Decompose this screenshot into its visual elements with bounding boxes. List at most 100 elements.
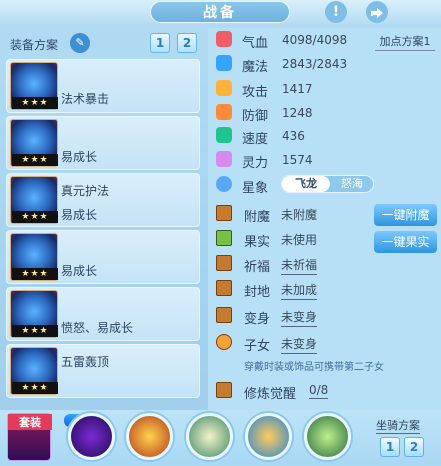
fief-icon bbox=[216, 280, 232, 296]
stat-name: 灵力 bbox=[242, 156, 269, 171]
stat-value: 2843/2843 bbox=[282, 57, 348, 71]
row-child: 子女 未变身 bbox=[214, 333, 374, 354]
row-name: 修炼觉醒 bbox=[244, 387, 297, 402]
card-text: 法术暴击 bbox=[61, 92, 110, 106]
stat-value: 1248 bbox=[282, 106, 313, 120]
window-title: 战备 bbox=[150, 1, 290, 23]
card-text: 五雷轰顶 bbox=[61, 355, 110, 369]
row-value[interactable]: 0/8 bbox=[309, 383, 329, 399]
soul-skill-orb[interactable] bbox=[68, 413, 115, 460]
bless-icon bbox=[216, 255, 232, 271]
root: 战备 ! 装备方案 ✎ 1 2 ★★★ 法术暴击 ★★★ 易成长 ★★★ 真元护… bbox=[0, 0, 441, 466]
mount-plan-2-button[interactable]: 2 bbox=[404, 437, 424, 457]
row-value[interactable]: 未使用 bbox=[281, 231, 317, 249]
star-option-nuhai[interactable]: 怒海 bbox=[331, 176, 373, 192]
spirit-icon bbox=[216, 151, 232, 167]
row-value[interactable]: 未附魔 bbox=[281, 206, 317, 224]
mana-icon bbox=[216, 55, 232, 71]
belt-icon: ★★★ bbox=[10, 290, 58, 338]
heart-icon bbox=[216, 31, 232, 47]
row-value[interactable]: 未加成 bbox=[281, 281, 318, 300]
plan-1-button[interactable]: 1 bbox=[150, 33, 170, 53]
edit-icon[interactable]: ✎ bbox=[70, 33, 90, 53]
skill-orb-4[interactable] bbox=[304, 413, 351, 460]
equipment-plan-label: 装备方案 bbox=[10, 38, 59, 52]
equipment-card[interactable]: ★★★ 五雷轰顶 bbox=[6, 344, 200, 398]
defense-icon bbox=[216, 104, 232, 120]
stat-mp: 魔法 2843/2843 bbox=[214, 54, 374, 75]
stars: ★★★ bbox=[12, 211, 58, 223]
equipment-card[interactable]: ★★★ 愤怒、易成长 bbox=[6, 287, 200, 341]
row-awaken: 修炼觉醒 0/8 bbox=[214, 381, 374, 402]
stat-speed: 速度 436 bbox=[214, 126, 374, 147]
info-icon[interactable]: ! bbox=[325, 1, 347, 23]
stat-value: 4098/4098 bbox=[282, 33, 348, 47]
star-toggle[interactable]: 飞龙 怒海 bbox=[281, 175, 374, 193]
card-text: 易成长 bbox=[61, 150, 98, 164]
card-text-bottom: 易成长 bbox=[61, 208, 98, 222]
equipment-card[interactable]: ★★★ 易成长 bbox=[6, 230, 200, 284]
row-bless: 祈福 未祈福 bbox=[214, 254, 374, 275]
row-value[interactable]: 未变身 bbox=[281, 308, 318, 327]
stat-defense: 防御 1248 bbox=[214, 103, 374, 124]
stat-value: 436 bbox=[282, 129, 305, 143]
stars: ★★★ bbox=[12, 325, 58, 337]
add-points-plan[interactable]: 加点方案1 bbox=[375, 33, 435, 51]
row-fief: 封地 未加成 bbox=[214, 279, 374, 300]
skill-orb-1[interactable] bbox=[126, 413, 173, 460]
plan-2-button[interactable]: 2 bbox=[177, 33, 197, 53]
child-icon bbox=[216, 334, 232, 350]
row-fruit: 果实 未使用 bbox=[214, 229, 374, 250]
stars: ★★★ bbox=[12, 97, 58, 109]
helmet-icon: ★★★ bbox=[10, 119, 58, 167]
share-icon[interactable] bbox=[366, 1, 388, 23]
stat-name: 气血 bbox=[242, 36, 269, 51]
row-name: 果实 bbox=[244, 235, 271, 250]
star-option-feilong[interactable]: 飞龙 bbox=[282, 176, 330, 192]
second-child-note: 穿戴时装或饰品可携带第二子女 bbox=[244, 362, 384, 373]
stat-value: 1417 bbox=[282, 82, 313, 96]
stat-name: 攻击 bbox=[242, 85, 269, 100]
stars: ★★★ bbox=[12, 268, 58, 280]
row-name: 附魔 bbox=[244, 210, 271, 225]
skill-orb-3[interactable] bbox=[245, 413, 292, 460]
equipment-card[interactable]: ★★★ 易成长 bbox=[6, 116, 200, 170]
stat-value: 1574 bbox=[282, 153, 313, 167]
one-click-enchant-button[interactable]: 一键附魔 bbox=[374, 204, 437, 226]
fruit-icon bbox=[216, 230, 232, 246]
stat-spirit: 灵力 1574 bbox=[214, 150, 374, 171]
weapon-icon: ★★★ bbox=[10, 62, 58, 110]
star-icon bbox=[216, 176, 232, 192]
mount-plan-1-button[interactable]: 1 bbox=[380, 437, 400, 457]
row-transform: 变身 未变身 bbox=[214, 306, 374, 327]
row-value[interactable]: 未变身 bbox=[281, 335, 318, 354]
set-slot[interactable]: 套装 bbox=[7, 413, 52, 461]
row-name: 变身 bbox=[244, 312, 271, 327]
attack-icon bbox=[216, 80, 232, 96]
stars: ★★★ bbox=[12, 154, 58, 166]
stat-name: 防御 bbox=[242, 109, 269, 124]
equipment-card[interactable]: ★★★ 法术暴击 bbox=[6, 59, 200, 113]
skill-orb-2[interactable] bbox=[186, 413, 233, 460]
stat-name: 魔法 bbox=[242, 60, 269, 75]
stat-hp: 气血 4098/4098 bbox=[214, 30, 374, 51]
set-label: 套装 bbox=[8, 414, 52, 430]
stars: ★★★ bbox=[12, 382, 58, 394]
stat-name: 速度 bbox=[242, 132, 269, 147]
one-click-fruit-button[interactable]: 一键果实 bbox=[374, 231, 437, 253]
transform-icon bbox=[216, 307, 232, 323]
awaken-icon bbox=[216, 382, 232, 398]
row-name: 封地 bbox=[244, 285, 271, 300]
row-value[interactable]: 未祈福 bbox=[281, 256, 318, 275]
row-name: 祈福 bbox=[244, 260, 271, 275]
card-text: 易成长 bbox=[61, 264, 98, 278]
card-text: 愤怒、易成长 bbox=[61, 321, 134, 335]
row-enchant: 附魔 未附魔 bbox=[214, 204, 374, 225]
enchant-icon bbox=[216, 205, 232, 221]
speed-icon bbox=[216, 127, 232, 143]
equipment-card[interactable]: ★★★ 真元护法 易成长 bbox=[6, 173, 200, 227]
necklace-icon: ★★★ bbox=[10, 176, 58, 224]
stat-name: 星象 bbox=[242, 181, 269, 196]
boots-icon: ★★★ bbox=[10, 347, 58, 395]
row-name: 子女 bbox=[244, 339, 271, 354]
